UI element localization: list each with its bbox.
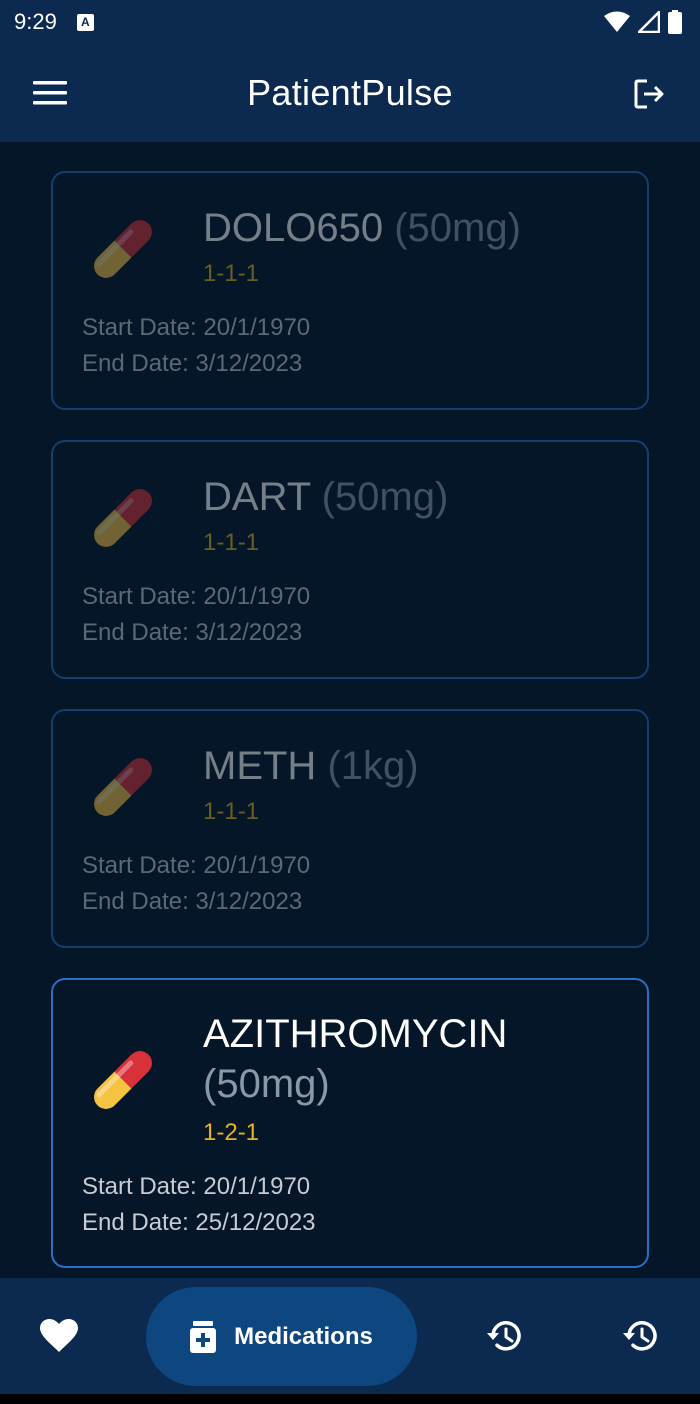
menu-button[interactable] [30, 75, 70, 111]
pill-icon [94, 489, 152, 547]
history-icon [487, 1321, 521, 1351]
nav-item-history-2[interactable] [605, 1278, 675, 1394]
status-bar: 9:29 A [0, 0, 700, 44]
nav-label-medications: Medications [234, 1322, 373, 1350]
heart-icon [40, 1319, 78, 1352]
system-navigation-bar [0, 1394, 700, 1404]
history-icon [623, 1321, 657, 1351]
medication-card[interactable]: DART (50mg) 1-1-1 Start Date: 20/1/1970 … [51, 440, 649, 679]
nav-item-history[interactable] [469, 1278, 539, 1394]
start-date: Start Date: 20/1/1970 [82, 852, 311, 879]
nav-item-medications[interactable]: Medications [146, 1287, 417, 1386]
medication-dose: (50mg) [203, 1062, 330, 1106]
pill-icon [94, 758, 152, 816]
end-date: End Date: 3/12/2023 [82, 350, 303, 377]
medication-name-line: AZITHROMYCIN (50mg) [203, 1009, 627, 1109]
end-date: End Date: 25/12/2023 [82, 1209, 316, 1236]
app-title: PatientPulse [247, 72, 453, 113]
medication-dose: (50mg) [394, 206, 521, 250]
pill-icon [94, 220, 152, 278]
medication-name: METH [203, 744, 317, 788]
medication-card[interactable]: DOLO650 (50mg) 1-1-1 Start Date: 20/1/19… [51, 171, 649, 410]
start-date: Start Date: 20/1/1970 [82, 1173, 311, 1200]
medication-dose: (50mg) [321, 475, 449, 519]
medication-frequency: 1-1-1 [203, 260, 260, 287]
logout-icon [634, 79, 664, 109]
medication-card[interactable]: AZITHROMYCIN (50mg) 1-2-1 Start Date: 20… [51, 978, 649, 1268]
menu-icon [33, 81, 67, 105]
medication-name: DART [203, 475, 311, 519]
nav-item-health[interactable] [24, 1278, 94, 1394]
medication-name-line: DOLO650 (50mg) [203, 203, 627, 253]
medication-name-line: METH (1kg) [203, 741, 627, 791]
medication-name: AZITHROMYCIN [203, 1012, 508, 1056]
medication-name: DOLO650 [203, 206, 384, 250]
status-time: 9:29 [14, 9, 57, 34]
end-date: End Date: 3/12/2023 [82, 619, 303, 646]
medication-dose: (1kg) [327, 744, 419, 788]
medications-list[interactable]: DOLO650 (50mg) 1-1-1 Start Date: 20/1/19… [0, 142, 700, 1278]
start-date: Start Date: 20/1/1970 [82, 314, 311, 341]
medication-frequency: 1-2-1 [203, 1119, 260, 1146]
logout-button[interactable] [630, 74, 670, 114]
signal-icon [638, 11, 660, 33]
app-bar: PatientPulse [0, 44, 700, 142]
end-date: End Date: 3/12/2023 [82, 888, 303, 915]
medication-frequency: 1-1-1 [203, 529, 260, 556]
bottom-navigation: Medications [0, 1278, 700, 1394]
medication-frequency: 1-1-1 [203, 798, 260, 825]
medication-name-line: DART (50mg) [203, 472, 627, 522]
pill-icon [94, 1051, 152, 1109]
wifi-icon [604, 11, 630, 32]
medication-icon [190, 1320, 217, 1353]
start-date: Start Date: 20/1/1970 [82, 583, 311, 610]
battery-icon [668, 10, 682, 34]
medication-card[interactable]: METH (1kg) 1-1-1 Start Date: 20/1/1970 E… [51, 709, 649, 948]
accessibility-notification-icon: A [76, 13, 94, 31]
